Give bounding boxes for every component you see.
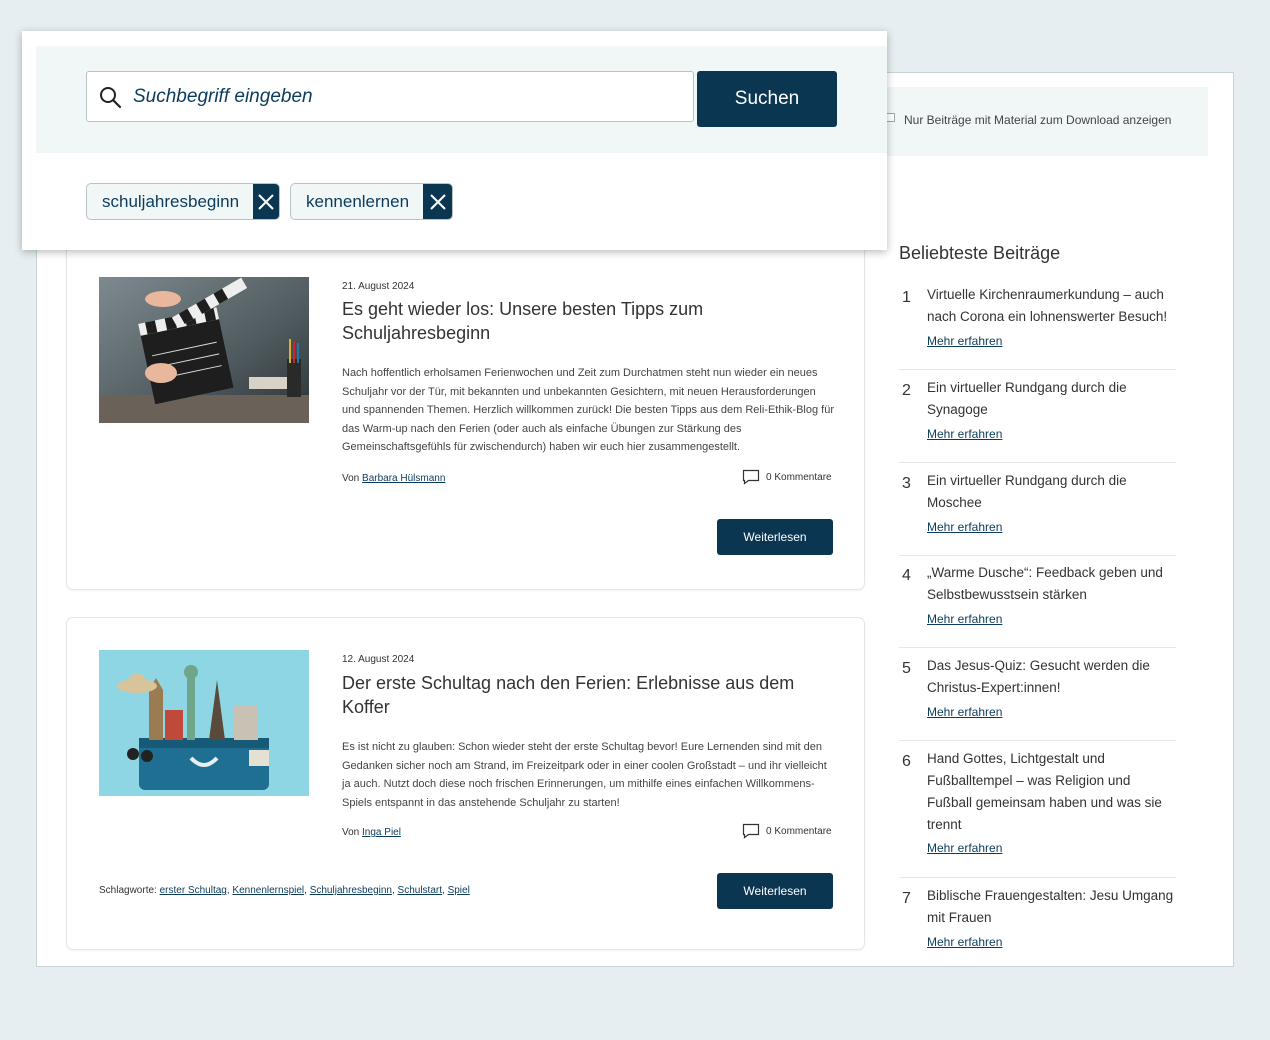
popular-post-number: 2 <box>902 382 911 399</box>
post-excerpt: Nach hoffentlich erholsamen Ferienwochen… <box>342 367 834 454</box>
tag-link[interactable]: Schuljahresbeginn <box>310 885 392 896</box>
clapperboard-image <box>99 277 309 423</box>
read-more-button[interactable]: Weiterlesen <box>717 519 833 555</box>
popular-post-title[interactable]: Ein virtueller Rundgang durch die Mosche… <box>927 470 1177 514</box>
more-link[interactable]: Mehr erfahren <box>927 612 1002 626</box>
popular-post-number: 5 <box>902 660 911 677</box>
comment-icon <box>742 823 760 839</box>
close-icon <box>258 193 274 210</box>
popular-post-number: 1 <box>902 289 911 306</box>
search-button[interactable]: Suchen <box>697 71 837 127</box>
search-icon <box>100 87 122 109</box>
popular-post-item: 4 „Warme Dusche“: Feedback geben und Sel… <box>899 562 1176 648</box>
post-title[interactable]: Es geht wieder los: Unsere besten Tipps … <box>342 297 762 345</box>
search-input[interactable] <box>131 80 675 114</box>
popular-post-item: 6 Hand Gottes, Lichtgestalt und Fußballt… <box>899 748 1176 878</box>
post-comments[interactable]: 0 Kommentare <box>742 823 832 839</box>
close-icon <box>429 193 446 210</box>
post-card: 21. August 2024 Es geht wieder los: Unse… <box>66 232 865 590</box>
post-comments[interactable]: 0 Kommentare <box>742 469 832 485</box>
popular-post-number: 7 <box>902 890 911 907</box>
post-title[interactable]: Der erste Schultag nach den Ferien: Erle… <box>342 671 802 719</box>
post-thumbnail-suitcase[interactable] <box>99 650 309 796</box>
popular-post-title[interactable]: Hand Gottes, Lichtgestalt und Fußballtem… <box>927 748 1177 836</box>
download-only-checkbox[interactable] <box>886 113 895 122</box>
tag-link[interactable]: Kennenlernspiel <box>232 885 304 896</box>
post-tags: Schlagworte: erster Schultag, Kennenlern… <box>99 885 470 896</box>
popular-post-title[interactable]: „Warme Dusche“: Feedback geben und Selbs… <box>927 562 1177 606</box>
popular-post-item: 5 Das Jesus-Quiz: Gesucht werden die Chr… <box>899 655 1176 741</box>
popular-post-item: 7 Biblische Frauengestalten: Jesu Umgang… <box>899 885 1176 955</box>
download-only-label[interactable]: Nur Beiträge mit Material zum Download a… <box>904 113 1171 127</box>
popular-posts-heading: Beliebteste Beiträge <box>899 243 1061 263</box>
more-link[interactable]: Mehr erfahren <box>927 705 1002 719</box>
author-link[interactable]: Inga Piel <box>362 827 401 838</box>
more-link[interactable]: Mehr erfahren <box>927 935 1002 949</box>
tag-link[interactable]: erster Schultag <box>160 885 227 896</box>
more-link[interactable]: Mehr erfahren <box>927 841 1002 855</box>
post-thumbnail-clapperboard[interactable] <box>99 277 309 423</box>
filter-chip-kennenlernen: kennenlernen <box>290 183 453 220</box>
author-link[interactable]: Barbara Hülsmann <box>362 473 445 484</box>
filter-chip-schuljahresbeginn: schuljahresbeginn <box>86 183 280 220</box>
post-excerpt: Es ist nicht zu glauben: Schon wieder st… <box>342 741 827 809</box>
popular-post-number: 4 <box>902 567 911 584</box>
chip-remove-button[interactable] <box>423 184 452 219</box>
read-more-button[interactable]: Weiterlesen <box>717 873 833 909</box>
more-link[interactable]: Mehr erfahren <box>927 520 1002 534</box>
popular-post-item: 2 Ein virtueller Rundgang durch die Syna… <box>899 377 1176 463</box>
popular-post-item: 1 Virtuelle Kirchenraumerkundung – auch … <box>899 284 1176 370</box>
comment-icon <box>742 469 760 485</box>
chip-label: kennenlernen <box>306 191 410 211</box>
chip-label: schuljahresbeginn <box>102 191 240 211</box>
more-link[interactable]: Mehr erfahren <box>927 427 1002 441</box>
popular-post-title[interactable]: Biblische Frauengestalten: Jesu Umgang m… <box>927 885 1177 929</box>
more-link[interactable]: Mehr erfahren <box>927 334 1002 348</box>
post-card: 12. August 2024 Der erste Schultag nach … <box>66 617 865 950</box>
post-date: 12. August 2024 <box>342 654 415 665</box>
post-author: Von Barbara Hülsmann <box>342 473 446 484</box>
post-author: Von Inga Piel <box>342 827 401 838</box>
search-box[interactable] <box>86 71 694 122</box>
suitcase-image <box>99 650 309 796</box>
tag-link[interactable]: Schulstart <box>398 885 442 896</box>
popular-post-number: 6 <box>902 753 911 770</box>
popular-post-number: 3 <box>902 475 911 492</box>
popular-post-title[interactable]: Das Jesus-Quiz: Gesucht werden die Chris… <box>927 655 1177 699</box>
chip-remove-button[interactable] <box>253 184 279 219</box>
search-panel: Suchen schuljahresbeginn kennenlernen <box>22 31 887 250</box>
popular-post-title[interactable]: Virtuelle Kirchenraumerkundung – auch na… <box>927 284 1177 328</box>
tag-link[interactable]: Spiel <box>448 885 470 896</box>
popular-post-item: 3 Ein virtueller Rundgang durch die Mosc… <box>899 470 1176 556</box>
popular-post-title[interactable]: Ein virtueller Rundgang durch die Synago… <box>927 377 1177 421</box>
post-date: 21. August 2024 <box>342 281 415 292</box>
